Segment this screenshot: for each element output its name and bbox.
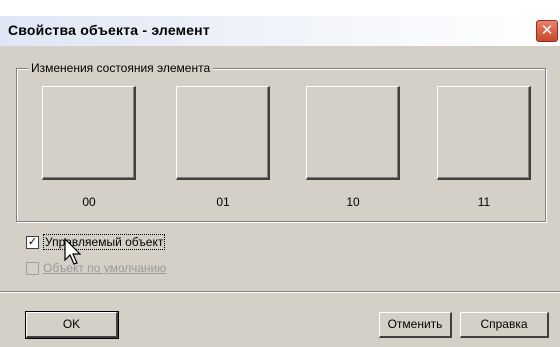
dialog-window: Свойства объекта - элемент ✕ Изменения с… [0,0,560,347]
controlled-object-checkbox[interactable]: ✓ [26,236,39,249]
controlled-object-label: Управляемый объект [43,234,166,250]
default-object-checkbox[interactable] [26,262,39,275]
state-button-01[interactable] [176,86,270,180]
mouse-pointer-icon [64,238,82,265]
state-button-10[interactable] [306,86,400,180]
cancel-button[interactable]: Отменить [379,312,452,338]
state-label-10: 10 [346,195,360,209]
state-button-11[interactable] [437,86,531,180]
state-label-00: 00 [82,195,96,209]
close-icon: ✕ [540,22,554,39]
default-object-label: Объект по умолчанию [43,261,167,275]
state-button-00[interactable] [42,86,136,180]
state-label-01: 01 [216,195,230,209]
close-button[interactable]: ✕ [536,20,558,42]
footer-separator [0,291,560,293]
window-title: Свойства объекта - элемент [8,22,210,38]
title-bar[interactable]: Свойства объекта - элемент ✕ [0,16,560,46]
help-button[interactable]: Справка [460,312,549,338]
group-legend: Изменения состояния элемента [28,61,214,75]
top-strip [0,0,560,16]
state-label-11: 11 [477,195,491,209]
ok-button[interactable]: OK [25,311,119,339]
